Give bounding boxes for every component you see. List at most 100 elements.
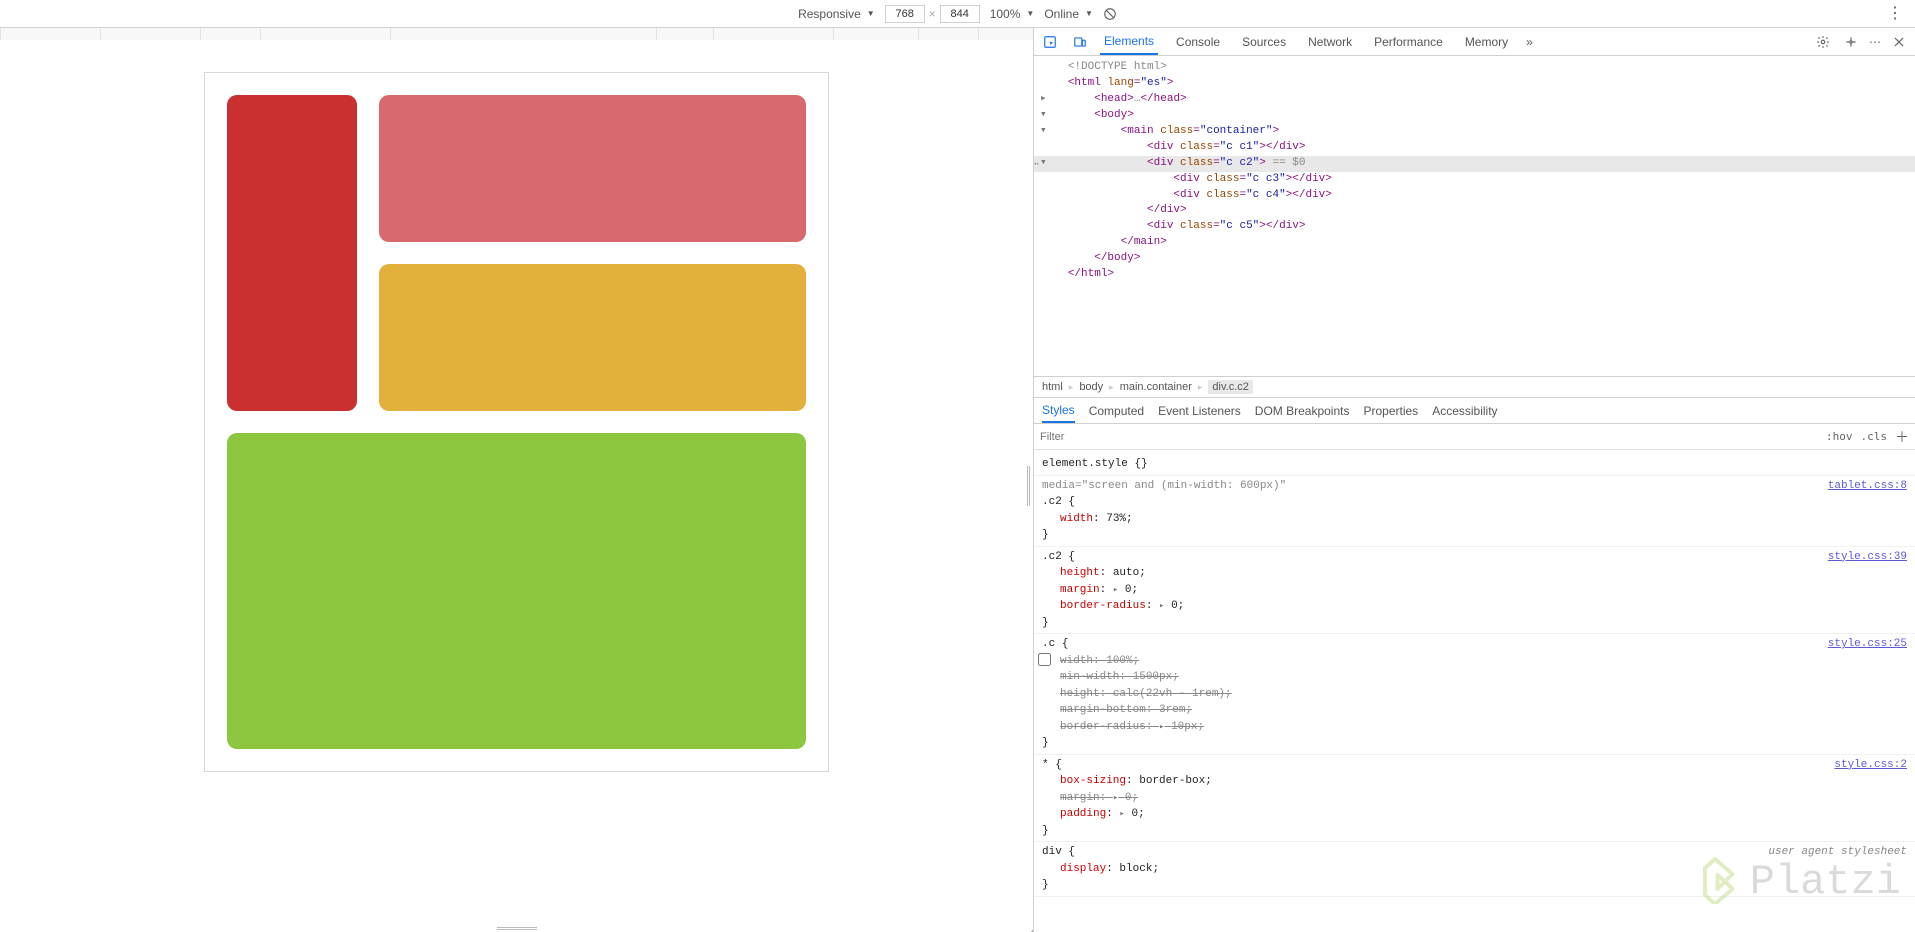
breadcrumb[interactable]: html ▸ body ▸ main.container ▸ div.c.c2	[1034, 376, 1915, 398]
dimension-separator: ×	[929, 7, 936, 21]
card-c3	[379, 95, 806, 242]
canvas	[0, 40, 1033, 932]
tab-performance[interactable]: Performance	[1370, 28, 1447, 55]
breadcrumb-separator: ▸	[1109, 382, 1114, 393]
tab-memory[interactable]: Memory	[1461, 28, 1512, 55]
tree-node[interactable]: <div class="c c5"></div>	[1034, 219, 1915, 235]
close-devtools-icon[interactable]	[1889, 32, 1909, 52]
styles-pane[interactable]: element.style {}tablet.css:8media="scree…	[1034, 450, 1915, 932]
breadcrumb-separator: ▸	[1069, 382, 1074, 393]
styles-tab-properties[interactable]: Properties	[1363, 398, 1418, 423]
new-style-rule-icon[interactable]: ＋	[1895, 427, 1909, 447]
throttle-label: Online	[1044, 7, 1079, 21]
card-c2-wrapper	[379, 95, 806, 411]
inspect-icon[interactable]	[1040, 32, 1060, 52]
tab-elements[interactable]: Elements	[1100, 28, 1158, 55]
devtools-tabbar: Elements Console Sources Network Performance…	[1034, 28, 1915, 56]
ruler-tick	[391, 28, 657, 40]
ruler-tick	[714, 28, 834, 40]
rotate-icon[interactable]	[1103, 7, 1117, 21]
device-toggle-icon[interactable]	[1070, 32, 1090, 52]
hov-toggle[interactable]: :hov	[1826, 430, 1853, 443]
devtools-panel: Elements Console Sources Network Performance…	[1033, 28, 1915, 932]
ruler-tick	[261, 28, 391, 40]
resize-handle-bottom[interactable]	[497, 927, 537, 932]
tree-node[interactable]: </div>	[1034, 203, 1915, 219]
styles-tab-event-listeners[interactable]: Event Listeners	[1158, 398, 1241, 423]
css-rule[interactable]: style.css:2* {box-sizing: border-box;mar…	[1034, 755, 1915, 843]
tree-node[interactable]: ▾ <div class="c c2"> == $0	[1034, 156, 1915, 172]
device-toolbar: Responsive ▼ × 100% ▼ Online ▼ ⋮	[0, 0, 1915, 28]
ruler-tick	[657, 28, 714, 40]
css-rule[interactable]: tablet.css:8media="screen and (min-width…	[1034, 476, 1915, 547]
styles-filter-bar: :hov .cls ＋	[1034, 424, 1915, 450]
height-input[interactable]	[940, 5, 980, 23]
tree-node[interactable]: </body>	[1034, 251, 1915, 267]
device-mode-dropdown[interactable]: Responsive ▼	[798, 7, 875, 21]
card-c4	[379, 264, 806, 411]
breadcrumb-separator: ▸	[1198, 382, 1203, 393]
ruler-tick	[979, 28, 1033, 40]
devtools-menu-icon[interactable]: ⋯	[1869, 35, 1881, 49]
styles-tab-accessibility[interactable]: Accessibility	[1432, 398, 1497, 423]
styles-tab-computed[interactable]: Computed	[1089, 398, 1144, 423]
styles-filter-input[interactable]	[1040, 431, 1818, 443]
source-link[interactable]: tablet.css:8	[1828, 478, 1907, 495]
ruler-horizontal	[0, 28, 1033, 40]
tree-node[interactable]: ▾ <body>	[1034, 108, 1915, 124]
tree-node[interactable]: <!DOCTYPE html>	[1034, 60, 1915, 76]
styles-tab-dom-breakpoints[interactable]: DOM Breakpoints	[1255, 398, 1350, 423]
tree-node[interactable]: </html>	[1034, 267, 1915, 283]
breadcrumb-item[interactable]: body	[1079, 381, 1103, 393]
resize-handle-right[interactable]	[1027, 466, 1033, 506]
source-link[interactable]: style.css:2	[1834, 757, 1907, 774]
tab-network[interactable]: Network	[1304, 28, 1356, 55]
ruler-tick	[101, 28, 201, 40]
resize-handle-corner[interactable]	[1026, 925, 1033, 932]
elements-tree[interactable]: <!DOCTYPE html> <html lang="es">▸ <head>…	[1034, 56, 1915, 376]
workspace: Elements Console Sources Network Performance…	[0, 28, 1915, 932]
settings-icon[interactable]	[1813, 32, 1833, 52]
tab-console[interactable]: Console	[1172, 28, 1224, 55]
source-link[interactable]: style.css:25	[1828, 636, 1907, 653]
ruler-tick	[834, 28, 919, 40]
chevron-down-icon: ▼	[867, 9, 875, 18]
customize-icon[interactable]	[1841, 32, 1861, 52]
tree-node[interactable]: </main>	[1034, 235, 1915, 251]
ruler-tick	[1, 28, 101, 40]
styles-tab-styles[interactable]: Styles	[1042, 398, 1075, 423]
chevron-down-icon: ▼	[1085, 9, 1093, 18]
throttle-dropdown[interactable]: Online ▼	[1044, 7, 1093, 21]
zoom-label: 100%	[990, 7, 1021, 21]
css-rule[interactable]: user agent stylesheetdiv {display: block…	[1034, 842, 1915, 897]
page-frame	[204, 72, 829, 772]
styles-tabbar: Styles Computed Event Listeners DOM Breakpo…	[1034, 398, 1915, 424]
prop-toggle[interactable]	[1038, 653, 1051, 666]
chevron-down-icon: ▼	[1026, 9, 1034, 18]
css-rule[interactable]: element.style {}	[1034, 454, 1915, 476]
ruler-tick	[201, 28, 261, 40]
ruler-tick	[919, 28, 979, 40]
tree-node[interactable]: <div class="c c4"></div>	[1034, 188, 1915, 204]
css-rule[interactable]: style.css:39.c2 {height: auto;margin: ▸ …	[1034, 547, 1915, 635]
tree-node[interactable]: <div class="c c1"></div>	[1034, 140, 1915, 156]
width-input[interactable]	[885, 5, 925, 23]
cls-toggle[interactable]: .cls	[1861, 430, 1888, 443]
dimensions-control: ×	[885, 5, 980, 23]
more-tabs-icon[interactable]: »	[1522, 28, 1537, 55]
viewport-pane	[0, 28, 1033, 932]
card-c1	[227, 95, 357, 411]
tree-node[interactable]: <div class="c c3"></div>	[1034, 172, 1915, 188]
tree-node[interactable]: ▾ <main class="container">	[1034, 124, 1915, 140]
css-rule[interactable]: style.css:25.c {width: 100%;min-width: 1…	[1034, 634, 1915, 755]
breadcrumb-item[interactable]: div.c.c2	[1208, 380, 1252, 394]
source-ua: user agent stylesheet	[1768, 844, 1907, 861]
tree-node[interactable]: ▸ <head>…</head>	[1034, 92, 1915, 108]
breadcrumb-item[interactable]: html	[1042, 381, 1063, 393]
device-mode-label: Responsive	[798, 7, 861, 21]
source-link[interactable]: style.css:39	[1828, 549, 1907, 566]
zoom-dropdown[interactable]: 100% ▼	[990, 7, 1035, 21]
breadcrumb-item[interactable]: main.container	[1120, 381, 1192, 393]
tab-sources[interactable]: Sources	[1238, 28, 1290, 55]
tree-node[interactable]: <html lang="es">	[1034, 76, 1915, 92]
